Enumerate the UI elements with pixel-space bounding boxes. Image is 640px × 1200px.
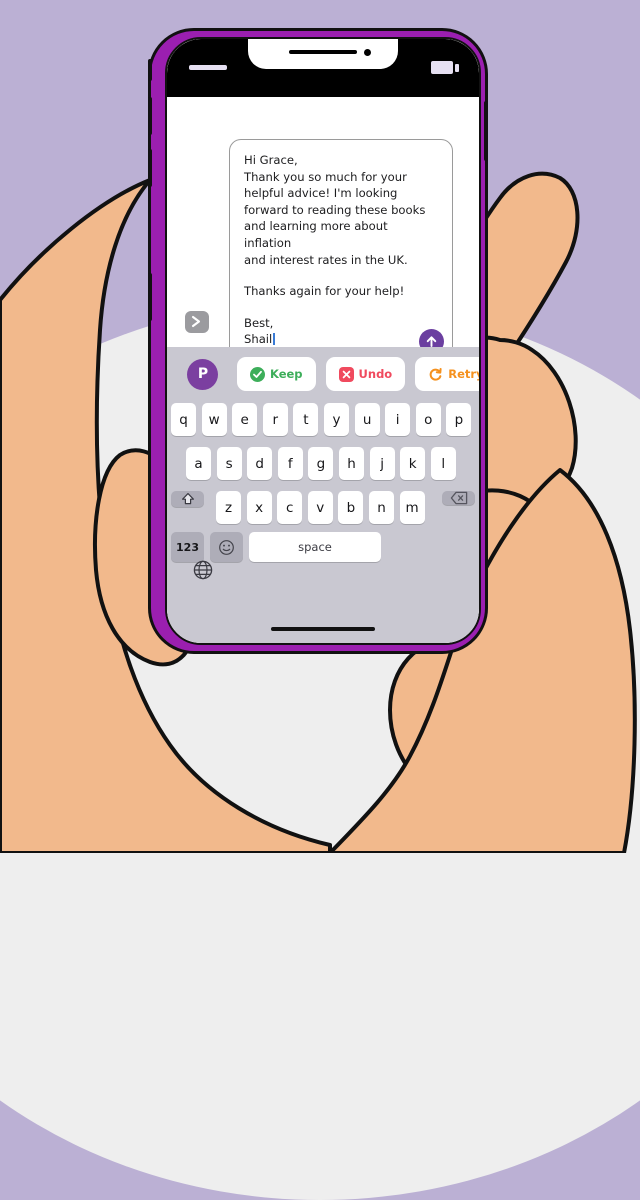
front-camera-icon <box>364 49 371 56</box>
text-caret <box>273 333 275 346</box>
key-u[interactable]: u <box>354 403 380 436</box>
key-z[interactable]: z <box>216 491 241 524</box>
key-l[interactable]: l <box>430 447 456 480</box>
power-button-left[interactable] <box>148 273 152 321</box>
keep-button-label: Keep <box>270 367 303 381</box>
retry-button[interactable]: Retry <box>415 357 479 391</box>
message-compose-bubble[interactable]: Hi Grace, Thank you so much for your hel… <box>229 139 453 363</box>
mute-switch[interactable] <box>148 59 152 81</box>
smartphone-device: Hi Grace, Thank you so much for your hel… <box>148 28 488 654</box>
message-line-1: Hi Grace, <box>244 153 298 167</box>
refresh-circle-icon <box>428 367 443 382</box>
earpiece-speaker-icon <box>289 50 357 54</box>
scene-root: Hi Grace, Thank you so much for your hel… <box>0 0 640 1200</box>
message-paragraph-2: Thanks again for your help! <box>244 284 405 299</box>
signal-bar-icon <box>189 65 227 70</box>
backspace-delete-icon <box>450 491 467 505</box>
chevron-right-icon[interactable] <box>185 311 209 333</box>
key-m[interactable]: m <box>399 491 425 524</box>
home-indicator-bar[interactable] <box>271 627 375 631</box>
assistant-logo-badge[interactable]: P <box>187 359 218 390</box>
smiley-face-icon <box>219 539 234 555</box>
key-h[interactable]: h <box>339 447 364 480</box>
key-y[interactable]: y <box>324 403 349 436</box>
power-button-right[interactable] <box>484 101 488 161</box>
assistant-logo-label: P <box>197 366 208 382</box>
key-v[interactable]: v <box>307 491 333 524</box>
volume-up-button[interactable] <box>148 97 152 135</box>
x-square-icon <box>338 366 354 382</box>
key-e[interactable]: e <box>232 403 258 436</box>
status-bar <box>167 39 479 97</box>
shift-arrow-up-icon <box>181 493 194 505</box>
undo-button-label: Undo <box>358 367 393 381</box>
notch-cutout <box>248 39 398 69</box>
key-i[interactable]: i <box>385 403 411 436</box>
message-line-4: forward to reading these books <box>244 202 426 217</box>
key-p[interactable]: p <box>446 403 472 436</box>
numbers-key[interactable]: 123 <box>171 532 204 562</box>
key-s[interactable]: s <box>216 447 242 480</box>
space-key[interactable]: space <box>249 532 381 562</box>
key-x[interactable]: x <box>246 491 272 524</box>
message-line-6: and interest rates in the UK. <box>244 252 408 267</box>
undo-button[interactable]: Undo <box>325 357 406 391</box>
keyboard-keys: qwertyuiop asdfghjkl zxcvbnm 123 space <box>167 399 479 643</box>
key-a[interactable]: a <box>186 447 211 480</box>
key-k[interactable]: k <box>400 447 426 480</box>
key-b[interactable]: b <box>338 491 364 524</box>
key-f[interactable]: f <box>277 447 303 480</box>
key-n[interactable]: n <box>369 491 394 524</box>
virtual-keyboard: P Keep Undo Retr q w e r t y u i o p a s… <box>167 347 479 643</box>
message-line-2: Thank you so much for your <box>244 169 407 184</box>
emoji-key[interactable] <box>210 532 243 562</box>
globe-language-icon[interactable] <box>192 559 214 581</box>
assistant-suggestion-bar: P Keep Undo Retr <box>167 347 479 399</box>
message-signoff-2: Shail <box>244 331 438 348</box>
key-d[interactable]: d <box>247 447 273 480</box>
volume-down-button[interactable] <box>148 149 152 187</box>
phone-bezel: Hi Grace, Thank you so much for your hel… <box>165 37 481 645</box>
shift-key[interactable] <box>171 491 204 507</box>
backspace-key[interactable] <box>442 491 475 505</box>
key-q[interactable]: q <box>171 403 196 436</box>
key-r[interactable]: r <box>262 403 288 436</box>
message-line-5: and learning more about inflation <box>244 219 388 250</box>
key-g[interactable]: g <box>308 447 334 480</box>
key-o[interactable]: o <box>415 403 441 436</box>
retry-button-label: Retry <box>448 367 479 381</box>
keep-button[interactable]: Keep <box>237 357 316 391</box>
battery-tip-icon <box>455 64 459 72</box>
suggestion-actions: Keep Undo Retr <box>237 357 479 391</box>
paragraph-gap-1 <box>244 268 438 283</box>
key-t[interactable]: t <box>293 403 319 436</box>
message-line-3: helpful advice! I'm looking <box>244 186 398 201</box>
battery-icon <box>431 61 453 74</box>
message-signoff-1: Best, <box>244 315 274 330</box>
paragraph-gap-2 <box>244 300 438 315</box>
check-circle-icon <box>250 366 265 382</box>
key-w[interactable]: w <box>201 403 227 436</box>
key-j[interactable]: j <box>369 447 395 480</box>
phone-screen: Hi Grace, Thank you so much for your hel… <box>167 39 479 643</box>
key-c[interactable]: c <box>277 491 303 524</box>
